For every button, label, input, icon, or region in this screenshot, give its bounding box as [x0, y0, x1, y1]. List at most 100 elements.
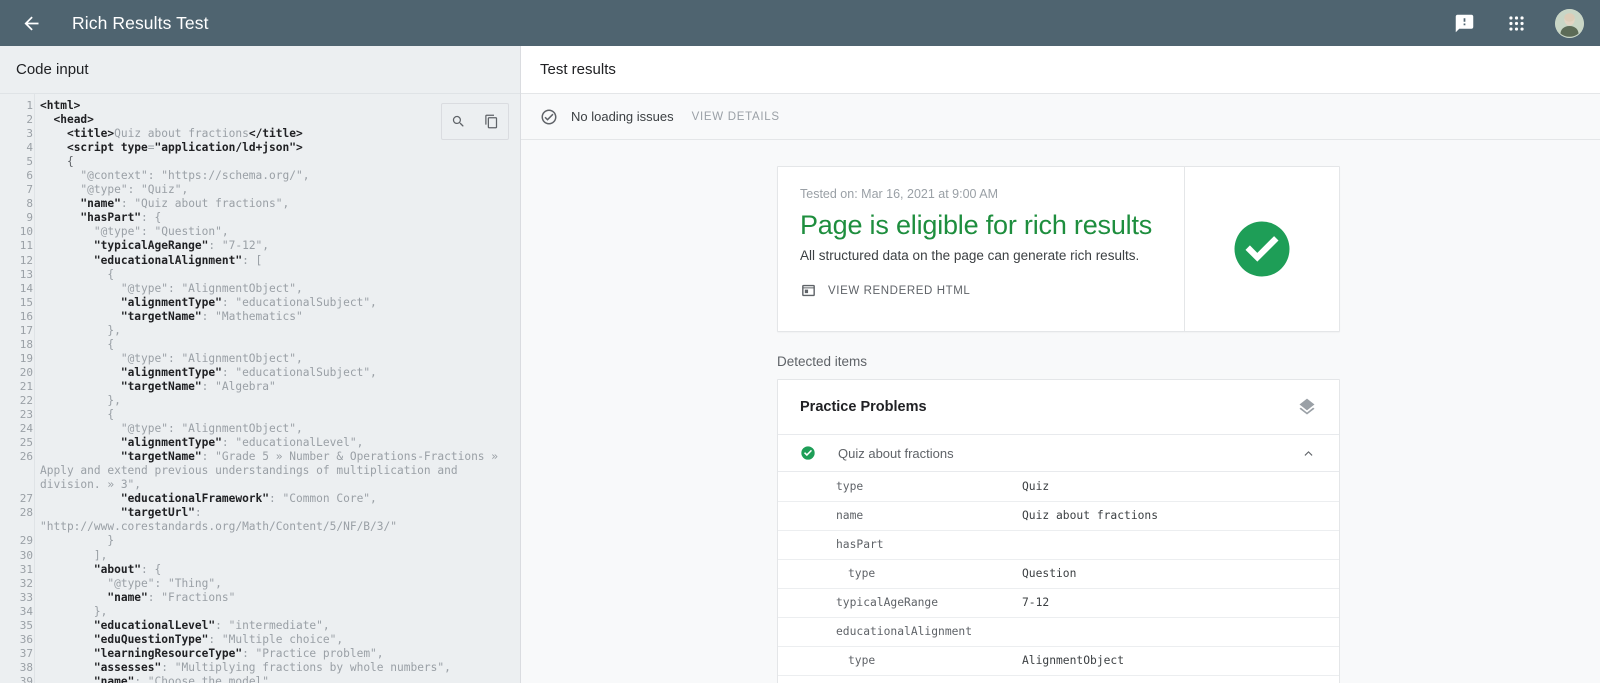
view-details-link[interactable]: VIEW DETAILS: [692, 111, 780, 123]
table-row: typicalAgeRange7-12: [778, 588, 1339, 617]
table-row: nameQuiz about fractions: [778, 501, 1339, 530]
eligibility-title: Page is eligible for rich results: [800, 208, 1160, 242]
code-line-text: "@type": "AlignmentObject",: [34, 352, 520, 366]
back-button[interactable]: [18, 10, 44, 36]
apps-grid-icon: [1507, 14, 1526, 33]
code-line-text: "@type": "Quiz",: [34, 183, 520, 197]
avatar[interactable]: [1555, 9, 1584, 38]
table-cell-key: alignmentType: [778, 675, 1010, 683]
check-circle-filled-icon: [800, 445, 816, 461]
code-line-text: "@type": "AlignmentObject",: [34, 422, 520, 436]
view-rendered-html-button[interactable]: VIEW RENDERED HTML: [800, 282, 970, 299]
table-cell-value: educationalSubject: [1010, 675, 1339, 683]
copy-icon: [484, 114, 499, 129]
code-line-text: "@type": "Question",: [34, 225, 520, 239]
loading-status-text: No loading issues: [571, 109, 674, 124]
code-line: 24 "@type": "AlignmentObject",: [0, 422, 520, 436]
code-line-number: 10: [0, 225, 34, 239]
feedback-button[interactable]: [1449, 8, 1479, 38]
code-line: 25 "alignmentType": "educationalLevel",: [0, 436, 520, 450]
code-line-number: 29: [0, 534, 34, 548]
search-code-button[interactable]: [442, 104, 475, 139]
table-cell-key: hasPart: [778, 530, 1010, 559]
code-line-number: 16: [0, 310, 34, 324]
code-line: 29 }: [0, 534, 520, 548]
code-line: 14 "@type": "AlignmentObject",: [0, 282, 520, 296]
code-line-number: 9: [0, 211, 34, 225]
code-line: 36 "eduQuestionType": "Multiple choice",: [0, 633, 520, 647]
detected-item-group-title: Practice Problems: [800, 399, 1297, 415]
feedback-icon: [1454, 13, 1475, 34]
app-bar: Rich Results Test: [0, 0, 1600, 46]
code-line: 5 {: [0, 155, 520, 169]
code-line-number: 22: [0, 394, 34, 408]
code-line-number: 39: [0, 675, 34, 683]
chevron-up-icon[interactable]: [1300, 445, 1317, 462]
code-line: 26 "targetName": "Grade 5 » Number & Ope…: [0, 450, 520, 492]
user-avatar-icon: [1555, 9, 1584, 38]
code-line-text: },: [34, 324, 520, 338]
code-line: 37 "learningResourceType": "Practice pro…: [0, 647, 520, 661]
code-line-text: {: [34, 268, 520, 282]
copy-code-button[interactable]: [475, 104, 508, 139]
table-cell-value: [1010, 530, 1339, 559]
code-line-text: <script type="application/ld+json">: [34, 141, 520, 155]
code-line-number: 38: [0, 661, 34, 675]
code-line-number: 8: [0, 197, 34, 211]
code-line: 16 "targetName": "Mathematics": [0, 310, 520, 324]
code-line-number: 23: [0, 408, 34, 422]
code-editor[interactable]: 1<html>2 <head>3 <title>Quiz about fract…: [0, 94, 520, 683]
detected-item-group-header: Practice Problems: [778, 380, 1339, 435]
check-circle-filled-icon: [1229, 216, 1295, 282]
layers-icon: [1297, 397, 1317, 417]
table-cell-key: type: [778, 646, 1010, 675]
code-line-number: 33: [0, 591, 34, 605]
table-cell-value: Quiz: [1010, 472, 1339, 501]
code-line: 18 {: [0, 338, 520, 352]
code-line-text: {: [34, 155, 520, 169]
tested-on-timestamp: Tested on: Mar 16, 2021 at 9:00 AM: [800, 187, 1160, 201]
search-icon: [451, 114, 466, 129]
code-line: 30 ],: [0, 549, 520, 563]
code-line-text: "targetName": "Mathematics": [34, 310, 520, 324]
eligibility-summary-text: Tested on: Mar 16, 2021 at 9:00 AM Page …: [778, 167, 1185, 331]
code-line-text: "name": "Quiz about fractions",: [34, 197, 520, 211]
code-line: 7 "@type": "Quiz",: [0, 183, 520, 197]
table-row: educationalAlignment: [778, 617, 1339, 646]
code-line-number: 12: [0, 254, 34, 268]
code-line-number: 4: [0, 141, 34, 155]
code-line-text: }: [34, 534, 520, 548]
code-line-number: 19: [0, 352, 34, 366]
code-line-text: },: [34, 605, 520, 619]
code-line: 17 },: [0, 324, 520, 338]
code-line-text: "targetUrl": "http://www.corestandards.o…: [34, 506, 520, 534]
code-line: 38 "assesses": "Multiplying fractions by…: [0, 661, 520, 675]
detected-item-entry[interactable]: Quiz about fractions: [778, 435, 1339, 472]
code-line-text: "@context": "https://schema.org/",: [34, 169, 520, 183]
table-row: typeQuiz: [778, 472, 1339, 501]
check-circle-outline-icon: [540, 108, 558, 126]
code-line: 21 "targetName": "Algebra": [0, 380, 520, 394]
code-line-number: 25: [0, 436, 34, 450]
code-line-number: 11: [0, 239, 34, 253]
eligibility-status-icon-area: [1185, 167, 1339, 331]
detected-item-entry-label: Quiz about fractions: [838, 446, 1300, 461]
code-line-text: "assesses": "Multiplying fractions by wh…: [34, 661, 520, 675]
code-line-number: 14: [0, 282, 34, 296]
code-line: 32 "@type": "Thing",: [0, 577, 520, 591]
detected-item-group-card: Practice Problems Quiz about fractions: [777, 379, 1340, 683]
code-line-number: 36: [0, 633, 34, 647]
code-line-text: "alignmentType": "educationalSubject",: [34, 296, 520, 310]
code-line-number: 20: [0, 366, 34, 380]
eligibility-summary-card: Tested on: Mar 16, 2021 at 9:00 AM Page …: [777, 166, 1340, 332]
code-line-number: 37: [0, 647, 34, 661]
code-line: 6 "@context": "https://schema.org/",: [0, 169, 520, 183]
apps-button[interactable]: [1501, 8, 1531, 38]
table-cell-value: AlignmentObject: [1010, 646, 1339, 675]
code-line-number: 17: [0, 324, 34, 338]
code-line: 13 {: [0, 268, 520, 282]
code-line-text: {: [34, 338, 520, 352]
structured-data-table: typeQuiznameQuiz about fractionshasPartt…: [778, 472, 1339, 683]
code-line-number: 24: [0, 422, 34, 436]
code-line-text: "educationalLevel": "intermediate",: [34, 619, 520, 633]
